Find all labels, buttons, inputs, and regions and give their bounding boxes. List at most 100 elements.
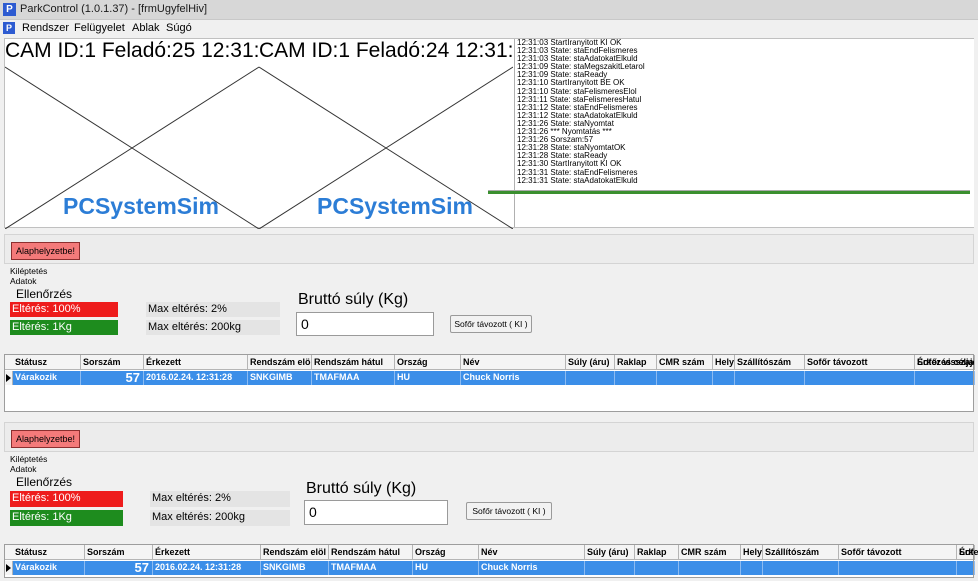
camera-area: CAM ID:1 Feladó:25 12:31:3 PCSystemSim C… — [4, 38, 974, 229]
column-header[interactable]: Súly (áru) — [566, 355, 615, 370]
ellenorzes-title: Ellenőrzés — [16, 287, 73, 301]
kileptetes-label: Kiléptetés — [10, 454, 48, 464]
gross-weight-label: Bruttó súly (Kg) — [306, 480, 417, 497]
weighing-panel-1: Alaphelyzetbe! Kiléptetés Adatok Ellenőr… — [4, 234, 974, 354]
column-header[interactable]: Súly (áru) — [585, 545, 635, 560]
camera-view-1: CAM ID:1 Feladó:25 12:31:3 PCSystemSim — [5, 39, 259, 229]
table-cell — [657, 371, 713, 385]
weighing-panel-2: Alaphelyzetbe! Kiléptetés Adatok Ellenőr… — [4, 422, 974, 542]
column-header[interactable]: Hely — [713, 355, 735, 370]
max-deviation-percent: Max eltérés: 2% — [150, 491, 290, 507]
table-cell: Chuck Norris — [479, 561, 585, 575]
mdi-child-icon[interactable]: P — [3, 22, 15, 34]
column-header[interactable]: Rendszám hátul — [329, 545, 413, 560]
column-header[interactable]: Rendszám hátul — [312, 355, 395, 370]
column-header[interactable]: Raklap — [615, 355, 657, 370]
table-cell: HU — [413, 561, 479, 575]
table-cell — [585, 561, 635, 575]
ellenorzes-title: Ellenőrzés — [16, 475, 73, 489]
column-header[interactable]: Sofőr távozott — [839, 545, 957, 560]
column-header[interactable]: Sorszám — [81, 355, 144, 370]
column-header[interactable]: Érkezett — [144, 355, 248, 370]
deviation-kg-indicator: Eltérés: 1Kg — [10, 320, 118, 335]
column-header[interactable]: Szállítószám — [763, 545, 839, 560]
log-line: 12:31:31 State: staAdatokatElkuld — [517, 175, 638, 185]
menu-ablak[interactable]: Ablak — [132, 22, 160, 34]
column-header[interactable]: Raklap — [635, 545, 679, 560]
column-header[interactable]: Név — [461, 355, 566, 370]
column-header[interactable]: Érkezés célja — [957, 545, 978, 560]
gross-weight-input[interactable]: 0 — [304, 500, 448, 525]
column-header[interactable]: Ország — [395, 355, 461, 370]
reset-button[interactable]: Alaphelyzetbe! — [11, 430, 81, 448]
vehicle-grid-2[interactable]: Státusz Sorszám Érkezett Rendszám elöl Rends… — [4, 544, 978, 578]
driver-left-button[interactable]: Sofőr távozott ( KI ) — [466, 502, 552, 520]
menu-felugyelet[interactable]: Felügyelet — [74, 22, 125, 34]
table-cell: Várakozik — [13, 561, 85, 575]
column-header[interactable]: Érkezés célja — [915, 355, 975, 370]
deviation-percent-indicator: Eltérés: 100% — [10, 302, 118, 317]
table-cell: 57 — [85, 561, 153, 575]
column-header[interactable]: Rendszám elöl — [261, 545, 329, 560]
column-header[interactable]: Sorszám — [85, 545, 153, 560]
kileptetes-label: Kiléptetés — [10, 266, 48, 276]
gross-weight-label: Bruttó súly (Kg) — [298, 291, 409, 308]
row-selector-arrow-icon[interactable] — [5, 561, 13, 575]
gross-weight-input[interactable]: 0 — [296, 312, 434, 336]
driver-left-button[interactable]: Sofőr távozott ( KI ) — [450, 315, 532, 333]
app-icon: P — [3, 3, 16, 16]
table-cell — [679, 561, 741, 575]
table-cell — [741, 561, 763, 575]
menu-rendszer[interactable]: Rendszer — [22, 22, 69, 34]
grid-header: Státusz Sorszám Érkezett Rendszám elöl Rends… — [5, 545, 978, 560]
camera-overlay-text: CAM ID:1 Feladó:25 12:31:3 — [5, 39, 259, 62]
row-selector-arrow-icon[interactable] — [5, 371, 13, 385]
table-cell: 2016.02.24. 12:31:28 — [144, 371, 248, 385]
camera-overlay-text: CAM ID:1 Feladó:24 12:31:3 — [259, 39, 513, 62]
column-header[interactable]: Szállítószám — [735, 355, 805, 370]
column-header[interactable]: Név — [479, 545, 585, 560]
table-row[interactable]: Várakozik 57 2016.02.24. 12:31:28 SNKGIMB TM… — [5, 371, 975, 385]
table-cell — [805, 371, 915, 385]
table-cell — [957, 561, 975, 575]
column-header[interactable]: Hely — [741, 545, 763, 560]
progress-bar — [488, 190, 970, 194]
table-cell — [713, 371, 735, 385]
deviation-kg-indicator: Eltérés: 1Kg — [10, 510, 123, 526]
table-cell: TMAFMAA — [312, 371, 395, 385]
table-cell — [566, 371, 615, 385]
table-cell: Várakozik — [13, 371, 81, 385]
column-header[interactable]: Rendszám elöl — [248, 355, 312, 370]
camera-brand: PCSystemSim — [63, 193, 219, 219]
column-header[interactable]: CMR szám — [657, 355, 713, 370]
column-header[interactable]: Ország — [413, 545, 479, 560]
menu-sugo[interactable]: Súgó — [166, 22, 192, 34]
column-header[interactable]: Sofőr távozott — [805, 355, 915, 370]
reset-strip: Alaphelyzetbe! — [4, 234, 974, 264]
grid-header: Státusz Sorszám Érkezett Rendszám elöl Rends… — [5, 355, 975, 370]
column-header[interactable]: Érkezett — [153, 545, 261, 560]
table-cell — [635, 561, 679, 575]
table-cell: SNKGIMB — [248, 371, 312, 385]
table-cell: 57 — [81, 371, 144, 385]
deviation-percent-indicator: Eltérés: 100% — [10, 491, 123, 507]
column-header[interactable]: Státusz — [13, 545, 85, 560]
reset-button[interactable]: Alaphelyzetbe! — [11, 242, 81, 260]
table-cell — [915, 371, 975, 385]
table-cell: SNKGIMB — [261, 561, 329, 575]
adatok-label: Adatok — [10, 464, 37, 474]
table-cell: 2016.02.24. 12:31:28 — [153, 561, 261, 575]
column-header[interactable]: Státusz — [13, 355, 81, 370]
event-log[interactable]: 12:31:03 StartIranyitott KI OK 12:31:03 S… — [514, 39, 974, 227]
max-deviation-kg: Max eltérés: 200kg — [146, 320, 280, 335]
menu-bar: P Rendszer Felügyelet Ablak Súgó — [0, 20, 978, 37]
column-header[interactable]: CMR szám — [679, 545, 741, 560]
camera-brand: PCSystemSim — [317, 193, 473, 219]
camera-view-2: CAM ID:1 Feladó:24 12:31:3 PCSystemSim — [259, 39, 513, 229]
table-row[interactable]: Várakozik 57 2016.02.24. 12:31:28 SNKGIMB TM… — [5, 561, 975, 575]
window-title: ParkControl (1.0.1.37) - [frmUgyfelHiv] — [20, 3, 208, 15]
table-cell: TMAFMAA — [329, 561, 413, 575]
vehicle-grid-1[interactable]: Státusz Sorszám Érkezett Rendszám elöl Rends… — [4, 354, 975, 412]
title-bar: P ParkControl (1.0.1.37) - [frmUgyfelHiv… — [0, 0, 978, 20]
progress-fill — [488, 191, 970, 194]
